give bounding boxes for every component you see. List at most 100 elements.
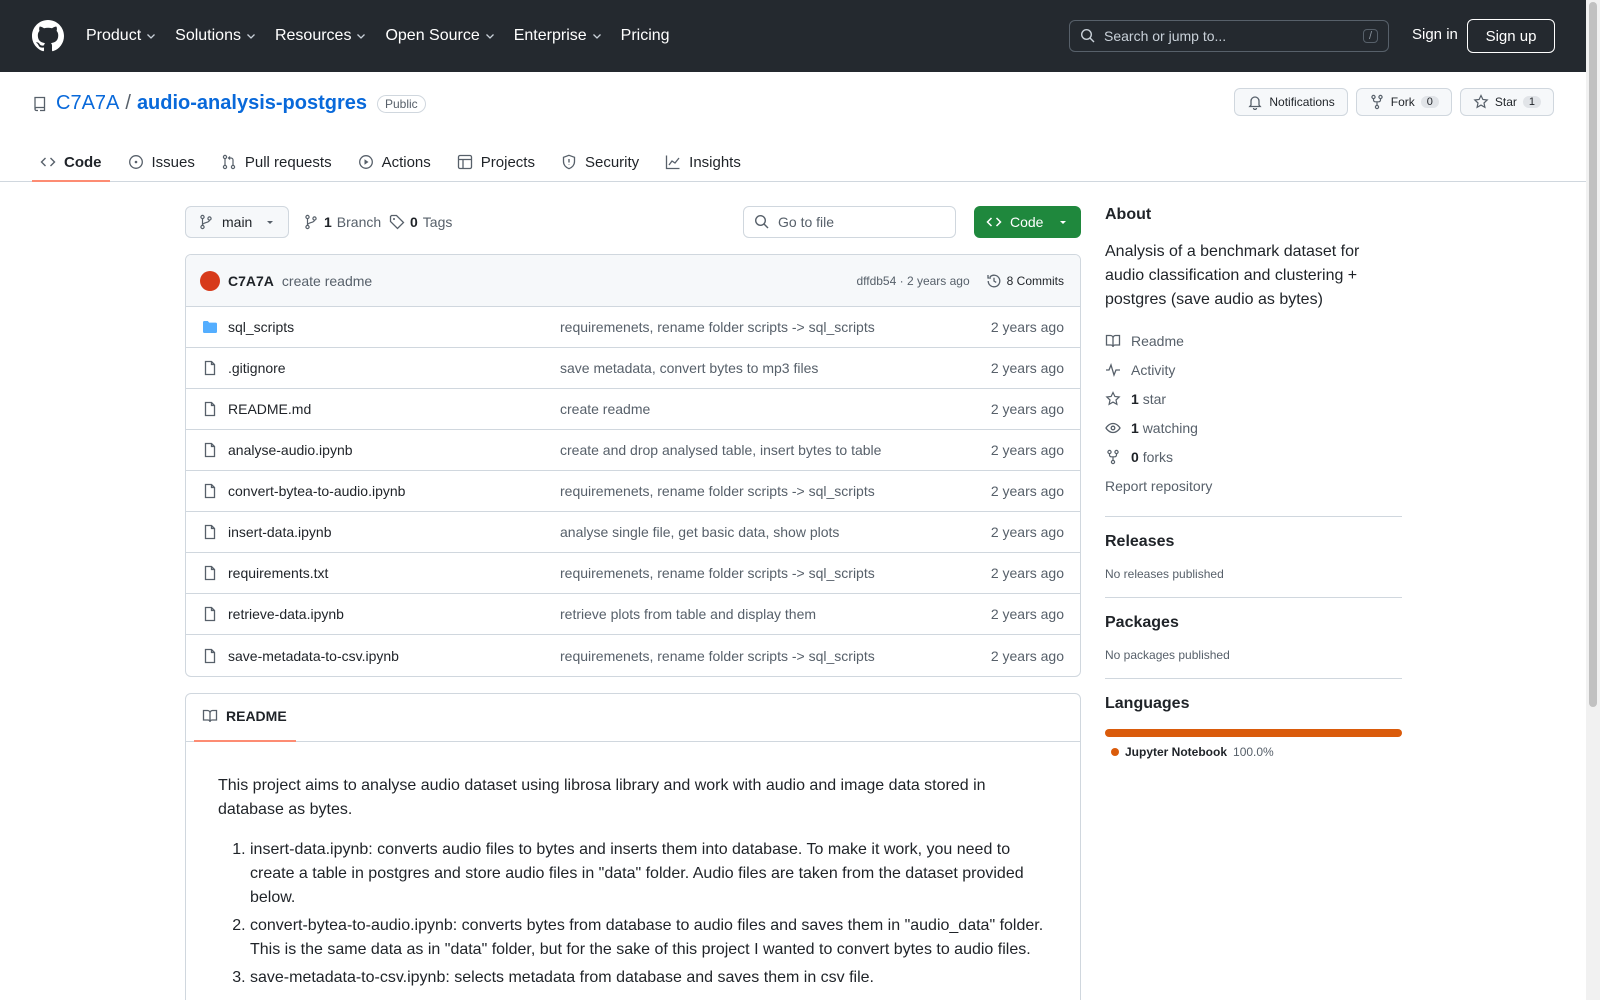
file-commit-message[interactable]: requiremenets, rename folder scripts -> … [560,483,991,499]
file-name-link[interactable]: requirements.txt [228,565,560,581]
stars-link[interactable]: 1 star [1105,384,1402,413]
file-name-link[interactable]: save-metadata-to-csv.ipynb [228,648,560,664]
fork-label: Fork [1390,95,1415,109]
file-row[interactable]: sql_scripts requiremenets, rename folder … [186,307,1080,348]
search-placeholder: Search or jump to... [1104,28,1227,44]
visibility-badge: Public [377,94,426,113]
fork-button[interactable]: Fork 0 [1355,88,1452,116]
scrollbar-thumb[interactable] [1589,2,1597,707]
repo-tabs: Code Issues Pull requests Actions Projec… [32,142,759,182]
file-commit-message[interactable]: requiremenets, rename folder scripts -> … [560,648,991,664]
tab-issues[interactable]: Issues [120,142,203,182]
language-bar [1105,729,1402,737]
language-color-dot [1111,748,1119,756]
releases-title[interactable]: Releases [1105,533,1402,551]
file-commit-message[interactable]: retrieve plots from table and display th… [560,606,991,622]
file-commit-message[interactable]: requiremenets, rename folder scripts -> … [560,319,991,335]
activity-link[interactable]: Activity [1105,355,1402,384]
commit-sha-time[interactable]: dffdb54 · 2 years ago [856,274,969,288]
search-shortcut-hint: / [1362,29,1378,43]
file-name-link[interactable]: insert-data.ipynb [228,524,560,540]
file-list: C7A7A create readme dffdb54 · 2 years ag… [185,254,1081,677]
github-logo-icon[interactable] [32,20,64,52]
file-icon [204,360,216,376]
repo-owner-link[interactable]: C7A7A [56,92,119,115]
commit-message[interactable]: create readme [282,273,372,289]
readme-tab-label: README [226,708,287,724]
nav-solutions[interactable]: Solutions [175,27,257,45]
file-commit-message[interactable]: save metadata, convert bytes to mp3 file… [560,360,991,376]
book-icon [1105,334,1121,347]
readme-tab-indicator [194,740,296,742]
notifications-button[interactable]: Notifications [1234,88,1348,116]
nav-pricing[interactable]: Pricing [621,27,670,45]
file-row[interactable]: .gitignore save metadata, convert bytes t… [186,348,1080,389]
branch-selector[interactable]: main [185,206,289,238]
tab-actions[interactable]: Actions [350,142,439,182]
code-dropdown-button[interactable]: Code [974,206,1081,238]
readme-tab[interactable]: README [202,708,287,724]
report-repository-link[interactable]: Report repository [1105,471,1402,500]
tag-count: 0 [410,214,418,230]
watching-link[interactable]: 1 watching [1105,413,1402,442]
file-name-link[interactable]: convert-bytea-to-audio.ipynb [228,483,560,499]
readme-intro: This project aims to analyse audio datas… [218,777,986,818]
chevron-down-icon [592,34,601,39]
readme-link[interactable]: Readme [1105,326,1402,355]
file-row[interactable]: retrieve-data.ipynb retrieve plots from t… [186,594,1080,635]
tags-link[interactable]: 0 Tags [389,214,452,230]
about-description: Analysis of a benchmark dataset for audi… [1105,243,1360,308]
divider [1105,678,1402,679]
file-icon [204,606,216,622]
file-row[interactable]: save-metadata-to-csv.ipynb requiremenets,… [186,635,1080,676]
signin-link[interactable]: Sign in [1412,26,1458,43]
file-name-link[interactable]: .gitignore [228,360,560,376]
star-button[interactable]: Star 1 [1459,88,1554,116]
tab-projects[interactable]: Projects [449,142,543,182]
star-label: Star [1494,95,1517,109]
file-commit-message[interactable]: create readme [560,401,991,417]
repo-name-link[interactable]: audio-analysis-postgres [137,92,367,115]
language-entry[interactable]: Jupyter Notebook 100.0% [1105,745,1402,759]
file-row[interactable]: convert-bytea-to-audio.ipynb requiremenet… [186,471,1080,512]
go-to-file-input[interactable]: Go to file [743,206,956,238]
stars-label: star [1142,390,1167,407]
page-scrollbar[interactable] [1586,0,1600,1000]
file-type-icon [202,524,218,540]
branches-link[interactable]: 1 Branch [303,214,381,230]
tab-pull-requests[interactable]: Pull requests [213,142,340,182]
readme-content: This project aims to analyse audio datas… [186,742,1080,1000]
file-name-link[interactable]: sql_scripts [228,319,560,335]
file-name-link[interactable]: README.md [228,401,560,417]
file-row[interactable]: analyse-audio.ipynb create and drop analy… [186,430,1080,471]
search-input[interactable]: Search or jump to... / [1069,20,1389,52]
packages-title[interactable]: Packages [1105,614,1402,632]
file-commit-message[interactable]: requiremenets, rename folder scripts -> … [560,565,991,581]
forks-link[interactable]: 0 forks [1105,442,1402,471]
file-row[interactable]: requirements.txt requiremenets, rename fo… [186,553,1080,594]
tab-insights[interactable]: Insights [657,142,749,182]
nav-enterprise[interactable]: Enterprise [514,27,603,45]
file-commit-message[interactable]: create and drop analysed table, insert b… [560,442,991,458]
file-name-link[interactable]: analyse-audio.ipynb [228,442,560,458]
avatar[interactable] [200,270,220,291]
tab-code[interactable]: Code [32,142,110,182]
commits-link[interactable]: 8 Commits [986,273,1064,289]
file-commit-date: 2 years ago [990,606,1064,622]
file-commit-message[interactable]: analyse single file, get basic data, sho… [560,524,991,540]
nav-product[interactable]: Product [86,27,157,45]
issue-icon [128,155,143,169]
file-commit-date: 2 years ago [990,483,1064,499]
signup-button[interactable]: Sign up [1467,19,1555,53]
file-row[interactable]: insert-data.ipynb analyse single file, ge… [186,512,1080,553]
tab-security[interactable]: Security [553,142,647,182]
play-circle-icon [358,155,373,169]
nav-resources[interactable]: Resources [275,27,367,45]
bell-icon [1248,96,1262,110]
commit-author[interactable]: C7A7A [228,273,274,289]
file-name-link[interactable]: retrieve-data.ipynb [228,606,560,622]
nav-open-source[interactable]: Open Source [385,27,495,45]
file-row[interactable]: README.md create readme 2 years ago [186,389,1080,430]
fork-icon [1371,94,1383,110]
divider [1105,597,1402,598]
